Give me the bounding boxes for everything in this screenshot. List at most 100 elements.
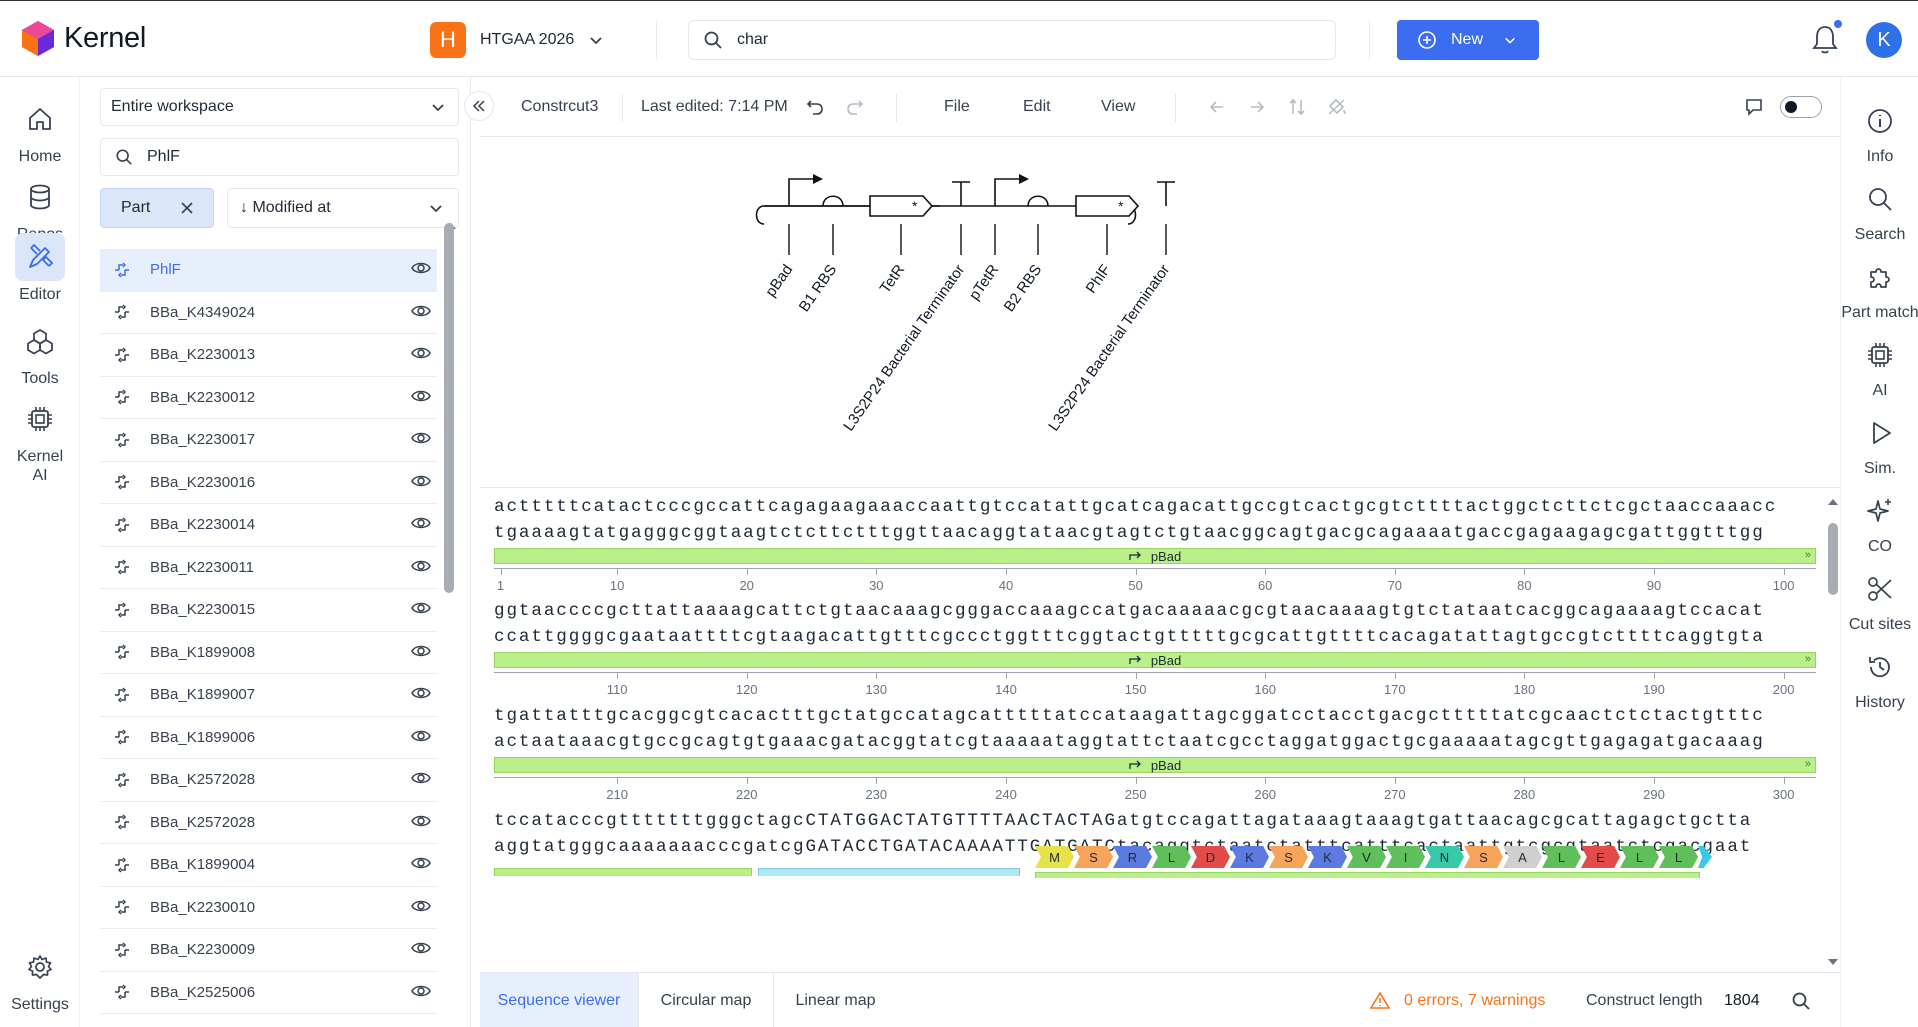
rnav-history[interactable]: History	[1841, 647, 1918, 712]
rnav-search[interactable]: Search	[1841, 179, 1918, 244]
scroll-thumb[interactable]	[444, 223, 454, 593]
amino-acid[interactable]: S	[1464, 846, 1503, 868]
translation-row[interactable]: MSRLDKSKVINSALELL	[1035, 846, 1712, 868]
sequence-top-strand[interactable]: actttttcatactcccgccattcagagaagaaaccaattg…	[494, 494, 1816, 520]
eye-icon[interactable]	[411, 940, 431, 960]
redo-icon[interactable]	[843, 95, 867, 119]
eye-icon[interactable]	[411, 600, 431, 620]
global-search[interactable]	[688, 20, 1336, 60]
part-list-item[interactable]: BBa_K1899008	[100, 632, 437, 674]
scroll-thumb[interactable]	[1828, 523, 1838, 595]
nav-editor[interactable]: Editor	[0, 233, 80, 304]
part-list-item[interactable]: BBa_K2230015	[100, 589, 437, 632]
cds-glyph[interactable]	[1075, 195, 1140, 217]
feature-annotation-stub[interactable]	[1035, 872, 1700, 878]
cds-glyph[interactable]	[869, 195, 934, 217]
map-label[interactable]: pBad	[762, 262, 796, 300]
nav-kernel-ai[interactable]: Kernel AI	[0, 395, 80, 485]
eye-icon[interactable]	[411, 728, 431, 748]
map-label[interactable]: L3S2P24 Bacterial Terminator	[840, 262, 968, 435]
nav-settings[interactable]: Settings	[0, 943, 80, 1014]
amino-acid[interactable]: K	[1308, 846, 1347, 868]
amino-acid[interactable]: I	[1386, 846, 1425, 868]
amino-acid[interactable]: D	[1191, 846, 1230, 868]
part-list-item[interactable]: BBa_K2230009	[100, 929, 437, 972]
feature-annotation-stub[interactable]	[758, 868, 1020, 876]
map-label[interactable]: B1 RBS	[796, 262, 841, 315]
part-list-item[interactable]: BBa_K1899007	[100, 674, 437, 717]
amino-acid[interactable]: L	[1152, 846, 1191, 868]
map-label[interactable]: pTetR	[966, 261, 1002, 303]
eye-icon[interactable]	[411, 303, 431, 323]
amino-acid[interactable]: E	[1581, 846, 1620, 868]
filter-chip-part[interactable]: Part	[100, 188, 214, 228]
amino-acid[interactable]: M	[1035, 846, 1074, 868]
part-search[interactable]: PhlF	[100, 138, 459, 176]
arrow-left-icon[interactable]	[1205, 95, 1229, 119]
map-label[interactable]: L3S2P24 Bacterial Terminator	[1045, 262, 1173, 435]
tab-sequence-viewer[interactable]: Sequence viewer	[480, 973, 639, 1027]
part-list-item[interactable]: BBa_K4349024	[100, 292, 437, 334]
eye-icon[interactable]	[411, 685, 431, 705]
arrow-right-icon[interactable]	[1245, 95, 1269, 119]
sequence-top-strand[interactable]: tccatacccgtttttttgggctagcCTATGGACTATGTTT…	[494, 808, 1816, 834]
eye-icon[interactable]	[411, 813, 431, 833]
feature-annotation[interactable]: pBad »	[494, 652, 1816, 668]
part-list-item[interactable]: BBa_K2572028	[100, 802, 437, 844]
amino-acid[interactable]: L	[1659, 846, 1698, 868]
sequence-bottom-strand[interactable]: tgaaaagtatgagggcggtaagtctcttctttggttaaca…	[494, 520, 1816, 546]
menu-file[interactable]: File	[944, 98, 970, 116]
app-logo[interactable]: Kernel	[20, 19, 146, 57]
rnav-cut-sites[interactable]: Cut sites	[1841, 569, 1918, 634]
global-search-input[interactable]	[737, 31, 1297, 49]
part-list-item[interactable]: BBa_K2230010	[100, 887, 437, 929]
sequence-block[interactable]: tgattatttgcacggcgtcacactttgctatgccatagca…	[494, 703, 1816, 802]
nav-tools[interactable]: Tools	[0, 317, 80, 388]
collapse-panel-button[interactable]	[464, 91, 494, 121]
eye-icon[interactable]	[411, 643, 431, 663]
eye-icon[interactable]	[411, 473, 431, 493]
workspace-switcher[interactable]: H HTGAA 2026	[430, 22, 604, 58]
rbs-glyph[interactable]	[822, 195, 844, 207]
sequence-bottom-strand[interactable]: actaataaacgtgccgcagtgtgaaacgatacggtatcgt…	[494, 729, 1816, 755]
promoter-glyph[interactable]	[994, 174, 1029, 206]
amino-acid[interactable]: S	[1074, 846, 1113, 868]
rnav-ai[interactable]: AI	[1841, 335, 1918, 400]
sequence-block[interactable]: ggtaaccccgcttattaaaagcattctgtaacaaagcggg…	[494, 598, 1816, 697]
feature-annotation-stub[interactable]	[494, 868, 752, 876]
eye-icon[interactable]	[411, 898, 431, 918]
part-list-item[interactable]: BBa_K2230013	[100, 334, 437, 377]
map-label[interactable]: B2 RBS	[1001, 262, 1046, 315]
tab-linear-map[interactable]: Linear map	[774, 973, 897, 1027]
part-list-item[interactable]: BBa_K2525006	[100, 972, 437, 1014]
amino-acid[interactable]: L	[1620, 846, 1659, 868]
close-icon[interactable]	[180, 201, 194, 215]
part-list-item[interactable]: BBa_K2230017	[100, 419, 437, 462]
eye-icon[interactable]	[411, 558, 431, 578]
sequence-block[interactable]: actttttcatactcccgccattcagagaagaaaccaattg…	[494, 494, 1816, 593]
promoter-glyph[interactable]	[788, 174, 823, 206]
eye-icon[interactable]	[411, 855, 431, 875]
rnav-co[interactable]: CO	[1841, 491, 1918, 556]
part-list-item[interactable]: BBa_K1899004	[100, 844, 437, 887]
nav-home[interactable]: Home	[0, 95, 80, 166]
search-icon[interactable]	[1791, 991, 1811, 1011]
sequence-top-strand[interactable]: tgattatttgcacggcgtcacactttgctatgccatagca…	[494, 703, 1816, 729]
part-list-item[interactable]: BBa_K1899006	[100, 717, 437, 759]
sequence-bottom-strand[interactable]: ccattggggcgaataattttcgtaagacattgtttcgccc…	[494, 624, 1816, 650]
issue-summary[interactable]: 0 errors, 7 warnings	[1404, 992, 1545, 1010]
rnav-info[interactable]: Info	[1841, 101, 1918, 166]
map-label[interactable]: TetR	[877, 261, 909, 296]
amino-acid[interactable]: N	[1425, 846, 1464, 868]
eye-icon[interactable]	[411, 388, 431, 408]
comment-icon[interactable]	[1742, 95, 1766, 119]
amino-acid[interactable]: S	[1269, 846, 1308, 868]
flip-icon[interactable]	[1285, 95, 1309, 119]
map-label[interactable]: PhlF	[1083, 262, 1115, 297]
part-list-item[interactable]: PhlF	[100, 249, 437, 292]
sequence-viewer[interactable]: actttttcatactcccgccattcagagaagaaaccaattg…	[480, 487, 1840, 967]
sort-select[interactable]: ↓ Modified at	[227, 188, 459, 228]
part-list-item[interactable]: BBa_K2230012	[100, 377, 437, 419]
terminator-glyph[interactable]	[1157, 181, 1175, 206]
feature-annotation[interactable]: pBad »	[494, 757, 1816, 773]
